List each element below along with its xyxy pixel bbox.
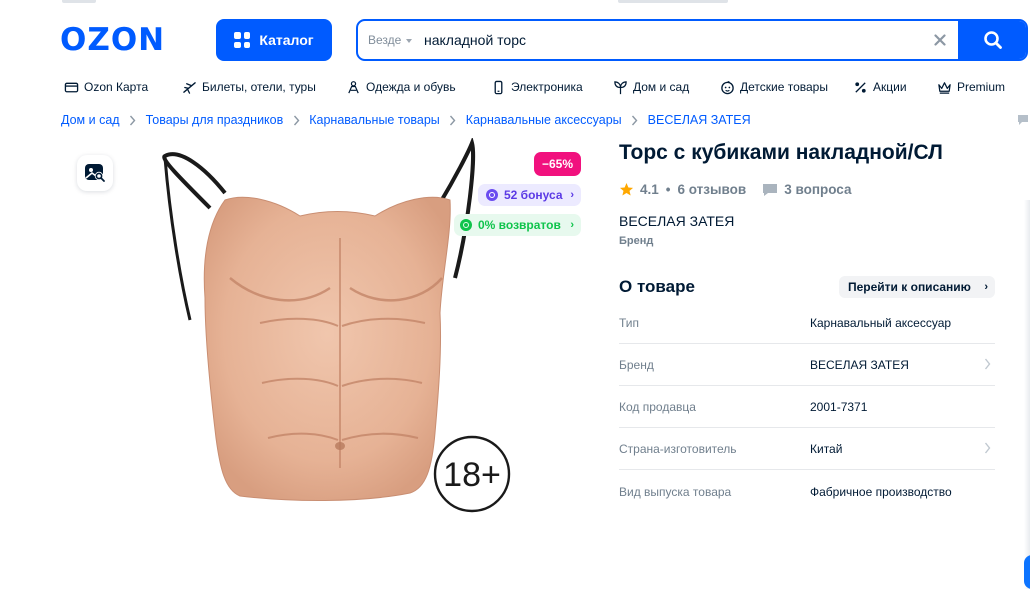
product-image[interactable]: 18+ — [150, 138, 530, 513]
nav-item-home-garden[interactable]: Дом и сад — [613, 80, 720, 95]
nav-item-kids[interactable]: Детские товары — [720, 80, 853, 95]
plant-icon — [614, 80, 627, 94]
card-icon — [64, 82, 79, 92]
grid-icon — [234, 32, 251, 48]
nav-item-label: Дом и сад — [633, 80, 690, 94]
spec-value: Фабричное производство — [810, 485, 952, 499]
nav-item-label: Ozon Карта — [84, 80, 149, 94]
spec-row: Код продавца 2001-7371 — [619, 386, 995, 428]
reviews-link[interactable]: 6 отзывов — [678, 182, 747, 197]
search-input[interactable] — [424, 21, 922, 59]
specs-list: Тип Карнавальный аксессуар Бренд ВЕСЕЛАЯ… — [619, 302, 995, 514]
chevron-right-icon — [440, 115, 466, 126]
phone-icon — [494, 80, 503, 94]
chevron-right-icon: › — [570, 189, 574, 201]
bonus-icon — [486, 189, 498, 201]
question-icon — [763, 183, 778, 196]
baby-icon — [721, 80, 734, 94]
chevron-right-icon — [984, 442, 991, 454]
image-search-icon — [85, 164, 105, 182]
side-panel-edge — [1024, 200, 1030, 589]
chevron-right-icon: › — [984, 281, 988, 293]
spec-value[interactable]: ВЕСЕЛАЯ ЗАТЕЯ — [810, 358, 909, 372]
spec-row: Тип Карнавальный аксессуар — [619, 302, 995, 344]
search-icon — [984, 31, 1002, 49]
product-title: Торс с кубиками накладной/СЛ — [619, 141, 943, 164]
spec-key: Тип — [619, 315, 640, 330]
plane-icon — [183, 81, 196, 94]
rating-row: 4.1 • 6 отзывов 3 вопроса — [619, 182, 851, 197]
chat-icon[interactable] — [1017, 113, 1030, 127]
floating-chat-button[interactable] — [1024, 555, 1030, 589]
top-nav: Ozon Карта Билеты, отели, туры Одежда и … — [64, 78, 1005, 96]
spec-value: 2001-7371 — [810, 399, 868, 414]
chevron-down-icon — [406, 39, 413, 43]
clothes-icon — [348, 80, 359, 93]
age-rating-label: 18+ — [443, 456, 501, 494]
brand-caption: Бренд — [619, 235, 654, 247]
search-scope-select[interactable]: Везде — [358, 33, 424, 47]
nav-item-ozon-card[interactable]: Ozon Карта — [64, 80, 182, 95]
chevron-right-icon: › — [570, 219, 574, 231]
returns-icon — [460, 219, 472, 231]
catalog-label: Каталог — [259, 32, 314, 48]
breadcrumb-item[interactable]: ВЕСЕЛАЯ ЗАТЕЯ — [648, 113, 751, 127]
spec-key: Вид выпуска товара — [619, 485, 732, 499]
bonus-badge[interactable]: 52 бонуса › — [478, 184, 581, 206]
breadcrumb-item[interactable]: Карнавальные аксессуары — [466, 113, 622, 127]
chevron-right-icon — [283, 115, 309, 126]
separator-dot: • — [665, 182, 671, 197]
discount-badge: −65% — [534, 152, 581, 176]
nav-item-label: Premium — [957, 80, 1006, 94]
go-to-description-label: Перейти к описанию — [848, 280, 971, 294]
chevron-right-icon — [120, 115, 146, 126]
chevron-right-icon — [984, 358, 991, 370]
nav-item-label: Одежда и обувь — [366, 80, 456, 94]
go-to-description-button[interactable]: Перейти к описанию › — [839, 276, 995, 298]
search-submit-button[interactable] — [958, 21, 1026, 59]
top-bar-remnant — [0, 0, 1030, 4]
nav-item-clothes[interactable]: Одежда и обувь — [346, 80, 491, 95]
close-icon — [934, 34, 946, 46]
spec-value: Карнавальный аксессуар — [810, 315, 952, 330]
nav-item-label: Электроника — [511, 80, 583, 94]
brand-link[interactable]: ВЕСЕЛАЯ ЗАТЕЯ — [619, 213, 734, 229]
spec-key: Страна-изготовитель — [619, 441, 737, 456]
returns-label: 0% возвратов — [478, 218, 561, 232]
image-search-button[interactable] — [77, 155, 113, 191]
spec-row[interactable]: Бренд ВЕСЕЛАЯ ЗАТЕЯ — [619, 344, 995, 386]
search-scope-label: Везде — [368, 33, 402, 47]
search-bar: Везде — [356, 19, 1028, 61]
percent-icon — [855, 81, 866, 93]
nav-item-premium[interactable]: Premium — [937, 80, 1005, 95]
questions-link[interactable]: 3 вопроса — [784, 182, 851, 197]
spec-value[interactable]: Китай — [810, 442, 842, 456]
clear-search-button[interactable] — [922, 21, 958, 59]
nav-item-electronics[interactable]: Электроника — [491, 80, 613, 95]
breadcrumb-item[interactable]: Карнавальные товары — [309, 113, 440, 127]
star-icon — [619, 182, 634, 196]
breadcrumb-item[interactable]: Товары для праздников — [146, 113, 284, 127]
nav-item-tickets[interactable]: Билеты, отели, туры — [182, 80, 346, 95]
breadcrumb-item[interactable]: Дом и сад — [61, 113, 120, 127]
spec-row[interactable]: Страна-изготовитель Китай — [619, 428, 995, 470]
bonus-label: 52 бонуса — [504, 188, 563, 202]
rating-value: 4.1 — [640, 182, 659, 197]
nav-item-label: Детские товары — [740, 80, 828, 94]
spec-key: Бренд — [619, 357, 654, 372]
catalog-button[interactable]: Каталог — [216, 19, 332, 61]
spec-key: Код продавца — [619, 399, 696, 414]
returns-badge[interactable]: 0% возвратов › — [454, 214, 581, 236]
ozon-logo[interactable]: OZON — [60, 25, 165, 56]
nav-item-promotions[interactable]: Акции — [853, 80, 937, 95]
breadcrumb: Дом и сад Товары для праздников Карнавал… — [61, 113, 751, 127]
spec-row: Вид выпуска товара Фабричное производств… — [619, 470, 995, 514]
nav-item-label: Билеты, отели, туры — [202, 80, 316, 94]
chevron-right-icon — [622, 115, 648, 126]
crown-icon — [938, 81, 951, 94]
about-title: О товаре — [619, 277, 695, 296]
nav-item-label: Акции — [873, 80, 907, 94]
